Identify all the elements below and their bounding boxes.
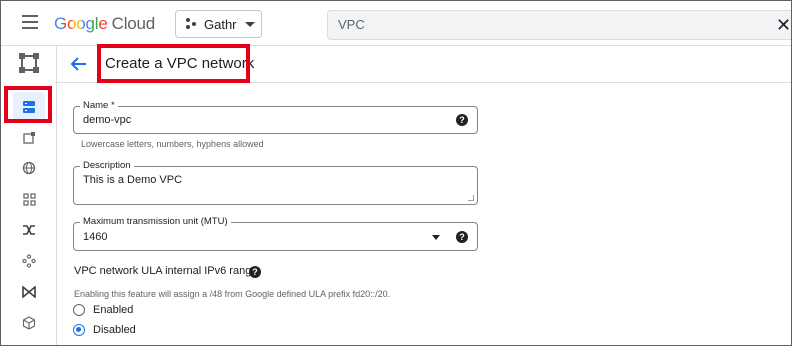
bowtie-icon[interactable] — [1, 277, 57, 307]
radio-disabled-label: Disabled — [93, 324, 136, 336]
chevron-down-icon[interactable] — [432, 235, 440, 240]
annotation-box-title — [97, 44, 250, 83]
help-icon[interactable]: ? — [456, 114, 468, 126]
ip-addresses-icon[interactable] — [1, 122, 57, 152]
help-icon[interactable]: ? — [249, 266, 261, 278]
project-icon — [186, 18, 198, 30]
name-hint: Lowercase letters, numbers, hyphens allo… — [81, 139, 264, 149]
chevron-down-icon — [244, 21, 255, 27]
top-bar: GoogleCloud Gathr ✕ — [1, 1, 791, 46]
name-label: Name * — [80, 100, 118, 111]
network-icon[interactable] — [1, 48, 57, 78]
project-selector[interactable]: Gathr — [175, 10, 262, 38]
annotation-box-nav — [4, 86, 52, 123]
logo-google-text: Google — [54, 14, 108, 33]
ipv6-title-text: VPC network ULA internal IPv6 range — [74, 265, 258, 277]
shuffle-icon[interactable] — [1, 215, 57, 245]
name-input[interactable]: demo-vpc — [83, 114, 131, 126]
main-menu-icon[interactable] — [22, 15, 38, 29]
routes-icon[interactable] — [1, 246, 57, 276]
radio-button-selected[interactable] — [73, 324, 85, 336]
description-field[interactable]: Description This is a Demo VPC — [73, 160, 478, 205]
radio-enabled[interactable]: Enabled — [73, 304, 133, 316]
mtu-select[interactable]: Maximum transmission unit (MTU) 1460 ? — [73, 216, 478, 251]
ipv6-hint: Enabling this feature will assign a /48 … — [74, 289, 391, 299]
radio-disabled[interactable]: Disabled — [73, 324, 136, 336]
radio-enabled-label: Enabled — [93, 304, 134, 316]
grid-icon[interactable] — [1, 184, 57, 214]
help-icon[interactable]: ? — [456, 231, 468, 243]
name-field[interactable]: Name * demo-vpc ? — [73, 100, 478, 134]
globe-icon[interactable] — [1, 153, 57, 183]
mtu-value: 1460 — [83, 231, 108, 243]
description-label: Description — [80, 160, 134, 171]
logo-cloud-text: Cloud — [111, 14, 156, 33]
resize-handle[interactable] — [468, 195, 474, 201]
window: GoogleCloud Gathr ✕ — [0, 0, 792, 346]
search-input[interactable] — [338, 17, 738, 32]
clear-search-icon[interactable]: ✕ — [776, 15, 791, 36]
google-cloud-logo[interactable]: Google Cloud — [54, 14, 155, 34]
cube-icon[interactable] — [1, 308, 57, 338]
radio-button[interactable] — [73, 304, 85, 316]
ipv6-section-title: VPC network ULA internal IPv6 range — [74, 265, 257, 277]
mtu-label: Maximum transmission unit (MTU) — [80, 216, 231, 227]
back-arrow-icon[interactable] — [69, 54, 89, 74]
project-name: Gathr — [204, 16, 237, 32]
description-input[interactable]: This is a Demo VPC — [83, 174, 182, 186]
search-bar[interactable]: ✕ — [327, 10, 791, 40]
